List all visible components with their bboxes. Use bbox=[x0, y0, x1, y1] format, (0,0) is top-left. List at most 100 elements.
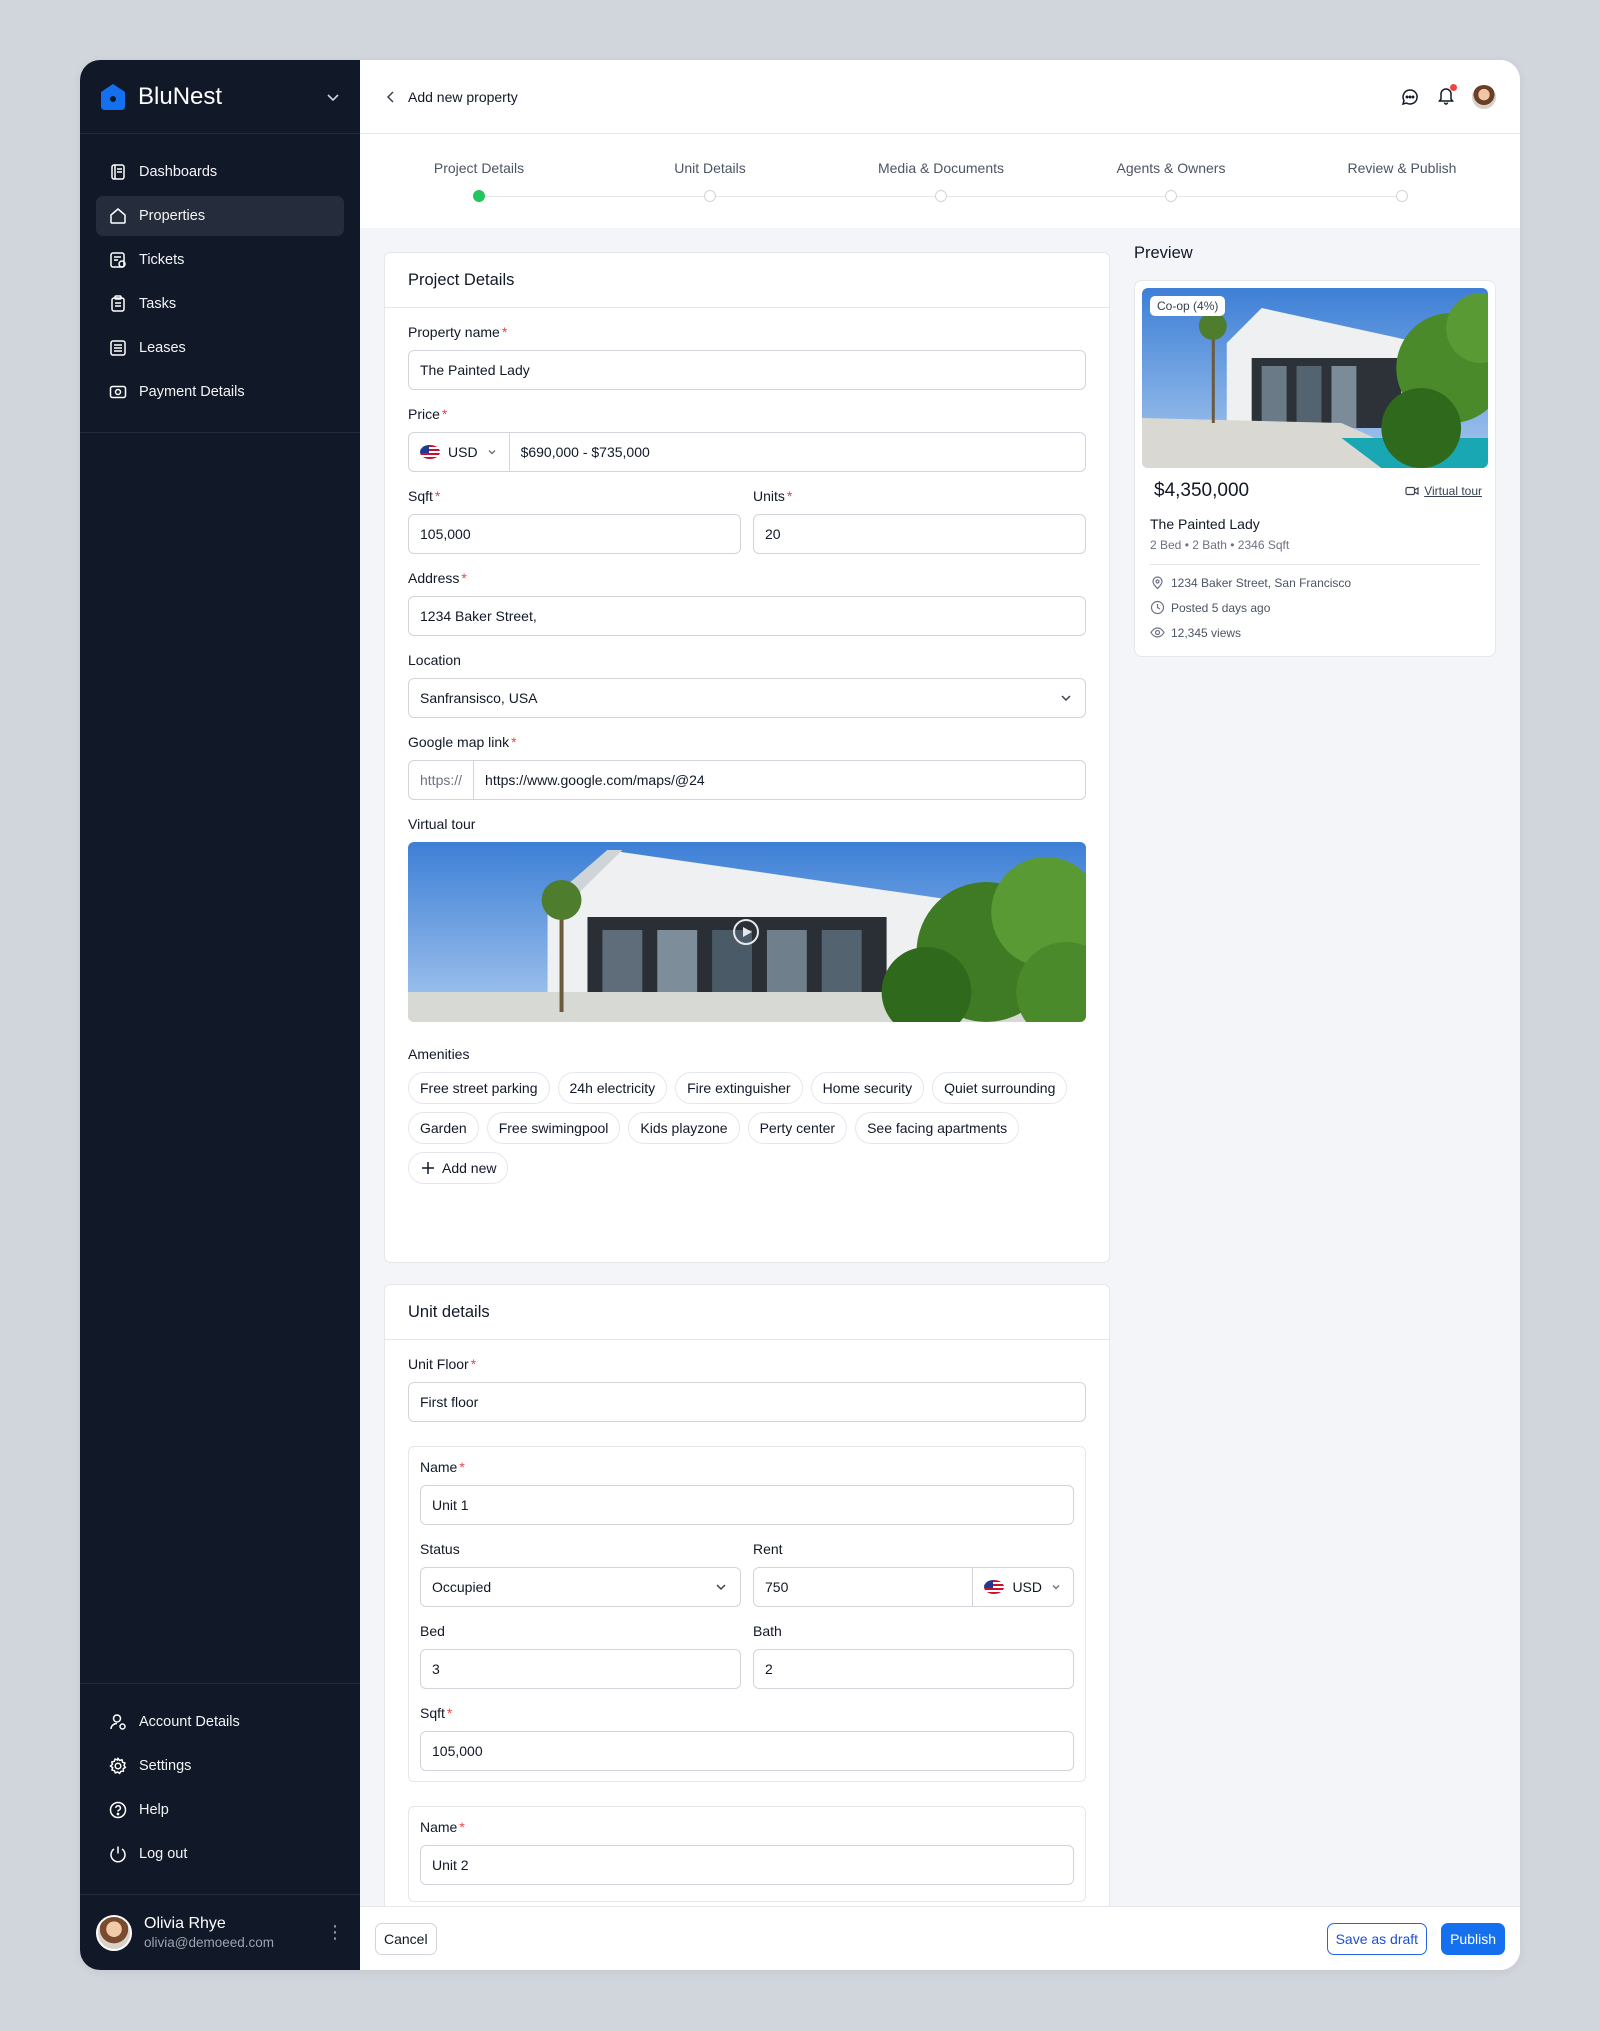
property-name-input[interactable]: The Painted Lady bbox=[408, 350, 1086, 390]
unit-sqft-input[interactable]: 105,000 bbox=[420, 1731, 1074, 1771]
step-review-publish[interactable]: Review & Publish bbox=[1302, 160, 1502, 202]
publish-button[interactable]: Publish bbox=[1441, 1922, 1505, 1955]
step-dot bbox=[935, 190, 947, 202]
amenity-tag[interactable]: Free street parking bbox=[408, 1072, 550, 1104]
more-vertical-icon[interactable]: ⋮ bbox=[326, 1922, 344, 1943]
label-text: Name bbox=[420, 1819, 458, 1835]
message-icon[interactable] bbox=[1400, 87, 1420, 107]
location-select[interactable]: Sanfransisco, USA bbox=[408, 678, 1086, 718]
step-unit-details[interactable]: Unit Details bbox=[610, 160, 810, 202]
amenity-tag[interactable]: See facing apartments bbox=[855, 1112, 1020, 1144]
currency-value: USD bbox=[448, 444, 478, 460]
nav-item-tasks[interactable]: Tasks bbox=[96, 284, 344, 324]
preview-name: The Painted Lady bbox=[1150, 516, 1260, 532]
bed-input[interactable]: 3 bbox=[420, 1649, 741, 1689]
chevron-down-icon[interactable] bbox=[324, 88, 342, 106]
save-draft-button[interactable]: Save as draft bbox=[1326, 1922, 1428, 1955]
location-pin-icon bbox=[1152, 576, 1163, 590]
address-input[interactable]: 1234 Baker Street, bbox=[408, 596, 1086, 636]
nav-item-properties[interactable]: Properties bbox=[96, 196, 344, 236]
virtual-tour-field: Virtual tour bbox=[408, 816, 1086, 1022]
field-label: Address * bbox=[408, 570, 1086, 588]
preview-posted-row: Posted 5 days ago bbox=[1150, 600, 1480, 615]
cancel-button[interactable]: Cancel bbox=[375, 1922, 437, 1955]
amenity-tag[interactable]: Kids playzone bbox=[628, 1112, 740, 1144]
required-mark: * bbox=[501, 324, 508, 340]
label-text: Sqft bbox=[408, 488, 433, 504]
location-field: Location Sanfransisco, USA bbox=[408, 652, 1086, 718]
app-window: BluNest Dashboards Properties Tickets Ta… bbox=[80, 60, 1520, 1970]
status-field: Status Occupied bbox=[420, 1541, 741, 1607]
unit-name-input[interactable]: Unit 1 bbox=[420, 1485, 1074, 1525]
amenity-tag[interactable]: Fire extinguisher bbox=[675, 1072, 803, 1104]
map-link-input[interactable]: https://www.google.com/maps/@24 bbox=[474, 761, 716, 799]
step-project-details[interactable]: Project Details bbox=[379, 160, 579, 202]
unit-floor-input[interactable]: First floor bbox=[408, 1382, 1086, 1422]
label-text: Google map link bbox=[408, 734, 510, 750]
secondary-nav: Account Details Settings Help Log out bbox=[80, 1683, 360, 1894]
status-select[interactable]: Occupied bbox=[420, 1567, 741, 1607]
step-media-documents[interactable]: Media & Documents bbox=[841, 160, 1041, 202]
field-label: Name * bbox=[420, 1459, 1074, 1477]
card-title: Unit details bbox=[385, 1285, 1109, 1340]
nav-item-leases[interactable]: Leases bbox=[96, 328, 344, 368]
avatar[interactable] bbox=[1472, 84, 1496, 109]
sqft-input[interactable]: 105,000 bbox=[408, 514, 741, 554]
nav-item-dashboards[interactable]: Dashboards bbox=[96, 152, 344, 192]
amenity-tag[interactable]: Perty center bbox=[747, 1112, 848, 1144]
bed-field: Bed 3 bbox=[420, 1623, 741, 1689]
nav-label: Tickets bbox=[139, 252, 185, 268]
label-text: Price bbox=[408, 406, 440, 422]
user-profile[interactable]: Olivia Rhye olivia@demoeed.com ⋮ bbox=[80, 1894, 360, 1970]
field-label: Price * bbox=[408, 406, 1086, 424]
virtual-tour-image[interactable] bbox=[408, 842, 1086, 1022]
unit-entry: Name * Unit 1 Status Occupied Rent 750 U… bbox=[408, 1446, 1086, 1782]
units-input[interactable]: 20 bbox=[753, 514, 1086, 554]
step-label: Media & Documents bbox=[877, 160, 1005, 176]
preview-views-row: 12,345 views bbox=[1150, 625, 1480, 640]
nav-label: Account Details bbox=[139, 1714, 240, 1730]
brand-header[interactable]: BluNest bbox=[80, 60, 360, 134]
preview-meta: 2 Bed • 2 Bath • 2346 Sqft bbox=[1150, 538, 1290, 552]
sidebar: BluNest Dashboards Properties Tickets Ta… bbox=[80, 60, 360, 1970]
bath-input[interactable]: 2 bbox=[753, 1649, 1074, 1689]
currency-select[interactable]: USD bbox=[409, 433, 510, 471]
status-rent-row: Status Occupied Rent 750 USD bbox=[420, 1541, 1074, 1623]
required-mark: * bbox=[459, 1459, 465, 1475]
notification-dot bbox=[1450, 83, 1457, 91]
back-button[interactable]: Add new property bbox=[384, 89, 518, 105]
unit-name-field: Name * Unit 2 bbox=[420, 1819, 1074, 1885]
rent-input[interactable]: 750 bbox=[754, 1568, 974, 1606]
main-area: Add new property Project Details Unit De… bbox=[360, 60, 1520, 1970]
home-icon bbox=[110, 208, 126, 224]
amenity-tag[interactable]: Garden bbox=[408, 1112, 479, 1144]
amenity-tag[interactable]: Quiet surrounding bbox=[932, 1072, 1068, 1104]
preview-views: 12,345 views bbox=[1171, 625, 1242, 640]
nav-item-account-details[interactable]: Account Details bbox=[96, 1702, 344, 1742]
amenity-tag[interactable]: 24h electricity bbox=[557, 1072, 668, 1104]
notification-button[interactable] bbox=[1436, 83, 1457, 109]
unit-name-input[interactable]: Unit 2 bbox=[420, 1845, 1074, 1885]
nav-item-payment-details[interactable]: Payment Details bbox=[96, 372, 344, 412]
nav-label: Log out bbox=[139, 1846, 188, 1862]
field-label: Units * bbox=[753, 488, 1086, 506]
required-mark: * bbox=[446, 1705, 453, 1721]
step-agents-owners[interactable]: Agents & Owners bbox=[1071, 160, 1271, 202]
nav-item-log-out[interactable]: Log out bbox=[96, 1834, 344, 1874]
label-text: Address bbox=[408, 570, 460, 586]
amenities-list: Free street parking 24h electricity Fire… bbox=[408, 1072, 1086, 1198]
address-field: Address * 1234 Baker Street, bbox=[408, 570, 1086, 636]
add-amenity-button[interactable]: Add new bbox=[408, 1152, 509, 1184]
amenities-field: Amenities Free street parking 24h electr… bbox=[408, 1046, 1086, 1198]
price-input[interactable]: $690,000 - $735,000 bbox=[510, 433, 661, 471]
nav-item-settings[interactable]: Settings bbox=[96, 1746, 344, 1786]
map-link-field: Google map link * https:// https://www.go… bbox=[408, 734, 1086, 800]
nav-item-tickets[interactable]: Tickets bbox=[96, 240, 344, 280]
nav-item-help[interactable]: Help bbox=[96, 1790, 344, 1830]
rent-currency-select[interactable]: USD bbox=[973, 1568, 1073, 1606]
gear-icon bbox=[109, 1757, 127, 1775]
virtual-tour-link[interactable]: Virtual tour bbox=[1405, 484, 1482, 498]
required-mark: * bbox=[461, 570, 467, 586]
amenity-tag[interactable]: Free swimingpool bbox=[486, 1112, 621, 1144]
amenity-tag[interactable]: Home security bbox=[810, 1072, 925, 1104]
